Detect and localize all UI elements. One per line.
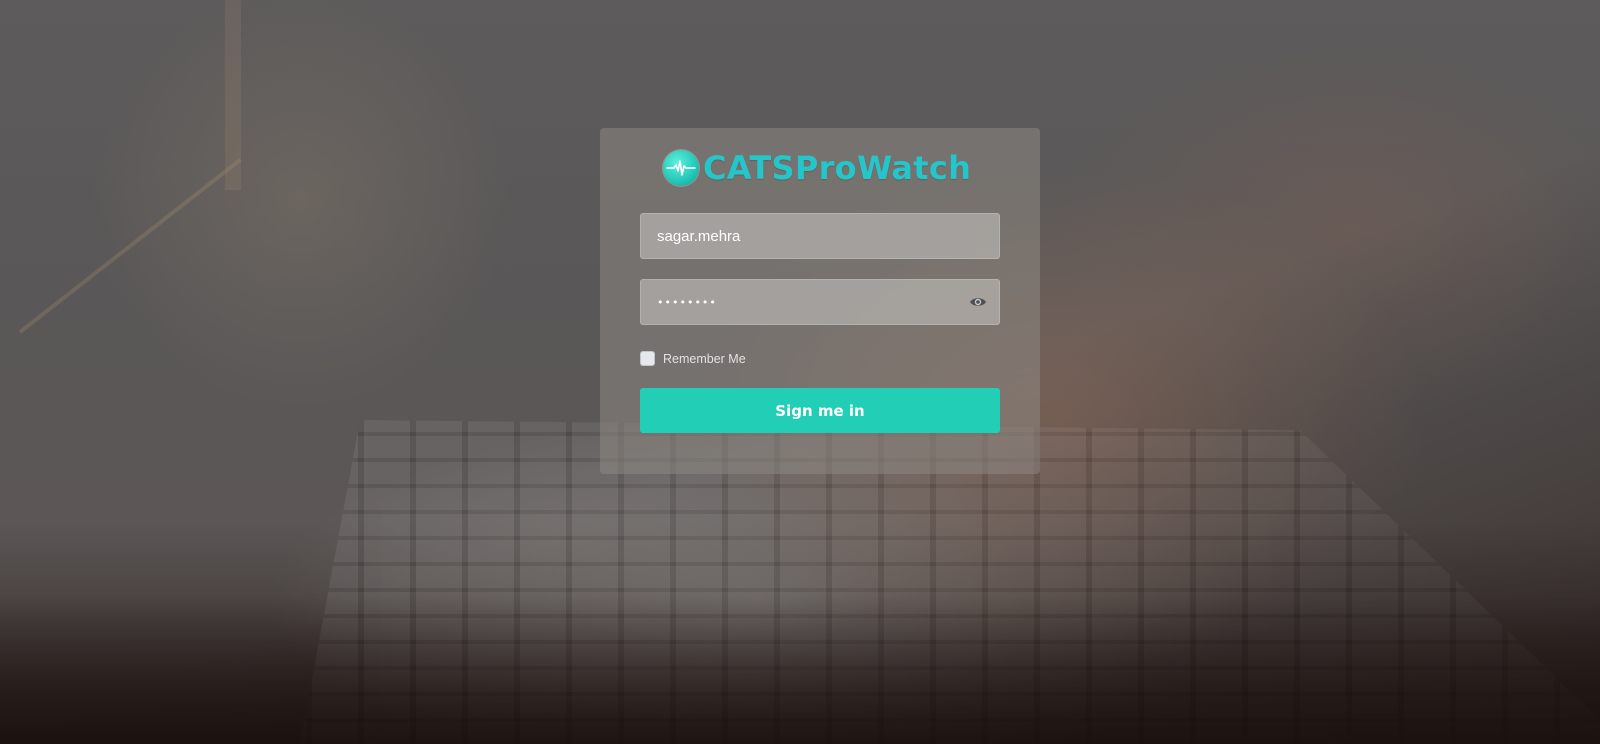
password-field-wrapper[interactable]: •••••••• — [640, 279, 1000, 325]
login-page: CATSProWatch •••••••• Remember Me Sign m… — [0, 0, 1600, 744]
password-input[interactable]: •••••••• — [657, 280, 717, 324]
remember-me-label: Remember Me — [663, 351, 746, 366]
remember-me-checkbox[interactable] — [640, 351, 655, 366]
heartbeat-pulse-icon — [663, 150, 699, 186]
sign-in-button[interactable]: Sign me in — [640, 388, 1000, 433]
brand-name: CATSProWatch — [703, 149, 972, 187]
remember-me[interactable]: Remember Me — [640, 351, 746, 366]
eye-icon[interactable] — [969, 294, 987, 310]
brand-logo: CATSProWatch — [663, 149, 971, 187]
username-input[interactable] — [641, 214, 999, 258]
username-field-wrapper — [640, 213, 1000, 259]
login-card: CATSProWatch •••••••• Remember Me Sign m… — [600, 128, 1040, 474]
